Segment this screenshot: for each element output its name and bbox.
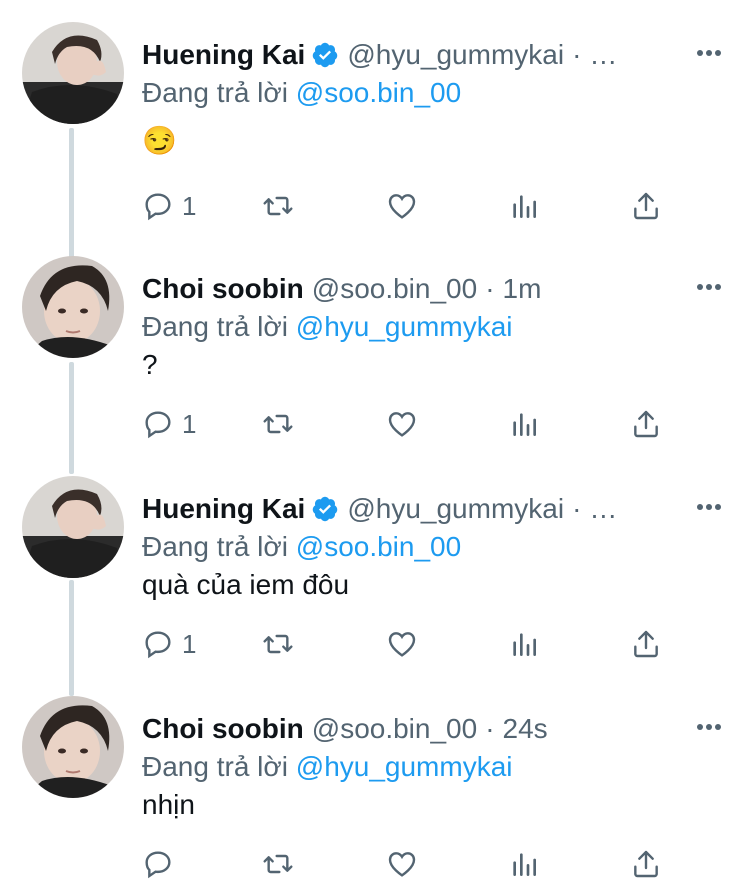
heart-icon bbox=[388, 194, 416, 219]
retweet-icon bbox=[263, 634, 293, 654]
analytics-bars-icon bbox=[513, 633, 536, 656]
retweet-icon bbox=[263, 854, 293, 874]
more-horizontal-icon[interactable] bbox=[696, 49, 722, 57]
replying-to-mention[interactable]: @hyu_gummykai bbox=[296, 751, 513, 782]
reply-button[interactable]: 1 bbox=[142, 406, 196, 442]
timestamp[interactable]: … bbox=[589, 492, 617, 526]
replying-to-mention[interactable]: @soo.bin_00 bbox=[296, 77, 461, 108]
tweet[interactable]: Huening Kai @hyu_gummykai · … Đang trả l… bbox=[0, 22, 750, 242]
more-horizontal-icon[interactable] bbox=[696, 723, 722, 731]
replying-to: Đang trả lời @soo.bin_00 bbox=[142, 530, 461, 564]
share-icon bbox=[634, 410, 658, 438]
more-horizontal-icon[interactable] bbox=[696, 503, 722, 511]
analytics-bars-icon bbox=[513, 853, 536, 876]
replying-to-label: Đang trả lời bbox=[142, 77, 288, 108]
replying-to: Đang trả lời @hyu_gummykai bbox=[142, 310, 513, 344]
timestamp[interactable]: 24s bbox=[503, 712, 548, 746]
tweet[interactable]: Choi soobin @soo.bin_00 · 24s Đang trả l… bbox=[0, 696, 750, 892]
tweet-thread: Huening Kai @hyu_gummykai · … Đang trả l… bbox=[0, 0, 750, 892]
retweet-icon bbox=[263, 414, 293, 434]
tweet-actions: 1 bbox=[142, 188, 662, 224]
replying-to-label: Đang trả lời bbox=[142, 751, 288, 782]
analytics-button[interactable] bbox=[508, 626, 540, 662]
avatar[interactable] bbox=[22, 22, 124, 124]
display-name[interactable]: Huening Kai bbox=[142, 38, 305, 72]
reply-bubble-icon bbox=[145, 193, 171, 221]
replying-to-mention[interactable]: @soo.bin_00 bbox=[296, 531, 461, 562]
reply-bubble-icon bbox=[145, 851, 171, 879]
retweet-icon bbox=[263, 196, 293, 216]
display-name[interactable]: Huening Kai bbox=[142, 492, 305, 526]
retweet-button[interactable] bbox=[262, 406, 294, 442]
reply-count: 1 bbox=[182, 408, 197, 439]
replying-to-mention[interactable]: @hyu_gummykai bbox=[296, 311, 513, 342]
display-name[interactable]: Choi soobin bbox=[142, 272, 304, 306]
like-button[interactable] bbox=[386, 406, 418, 442]
share-button[interactable] bbox=[630, 846, 662, 882]
share-button[interactable] bbox=[630, 406, 662, 442]
replying-to: Đang trả lời @hyu_gummykai bbox=[142, 750, 513, 784]
like-button[interactable] bbox=[386, 846, 418, 882]
reply-bubble-icon bbox=[145, 411, 171, 439]
more-horizontal-icon[interactable] bbox=[696, 283, 722, 291]
analytics-bars-icon bbox=[513, 195, 536, 218]
tweet-header: Huening Kai @hyu_gummykai · … bbox=[142, 492, 680, 526]
separator-dot: · bbox=[572, 39, 582, 70]
share-button[interactable] bbox=[630, 188, 662, 224]
reply-button[interactable]: 1 bbox=[142, 626, 196, 662]
retweet-button[interactable] bbox=[262, 188, 294, 224]
analytics-button[interactable] bbox=[508, 406, 540, 442]
retweet-button[interactable] bbox=[262, 626, 294, 662]
tweet-actions bbox=[142, 846, 662, 882]
share-icon bbox=[634, 850, 658, 878]
reply-bubble-icon bbox=[145, 631, 171, 659]
heart-icon bbox=[388, 852, 416, 877]
tweet-header: Huening Kai @hyu_gummykai · … bbox=[142, 38, 680, 72]
replying-to-label: Đang trả lời bbox=[142, 531, 288, 562]
reply-button[interactable]: 1 bbox=[142, 188, 196, 224]
reply-button[interactable] bbox=[142, 846, 182, 882]
reply-count: 1 bbox=[182, 628, 197, 659]
retweet-button[interactable] bbox=[262, 846, 294, 882]
display-name[interactable]: Choi soobin bbox=[142, 712, 304, 746]
like-button[interactable] bbox=[386, 626, 418, 662]
heart-icon bbox=[388, 412, 416, 437]
tweet-text: quà của iem đôu bbox=[142, 569, 350, 600]
tweet-actions: 1 bbox=[142, 626, 662, 662]
verified-badge-icon bbox=[311, 495, 339, 523]
analytics-bars-icon bbox=[513, 413, 536, 436]
heart-icon bbox=[388, 632, 416, 657]
share-icon bbox=[634, 192, 658, 220]
avatar[interactable] bbox=[22, 476, 124, 578]
tweet-header: Choi soobin @soo.bin_00 · 1m bbox=[142, 272, 680, 306]
analytics-button[interactable] bbox=[508, 846, 540, 882]
verified-badge-icon bbox=[311, 41, 339, 69]
tweet-actions: 1 bbox=[142, 406, 662, 442]
avatar[interactable] bbox=[22, 696, 124, 798]
like-button[interactable] bbox=[386, 188, 418, 224]
separator-dot: · bbox=[485, 713, 495, 744]
replying-to: Đang trả lời @soo.bin_00 bbox=[142, 76, 461, 110]
tweet[interactable]: Choi soobin @soo.bin_00 · 1m Đang trả lờ… bbox=[0, 256, 750, 456]
tweet-text: ? bbox=[142, 349, 158, 380]
analytics-button[interactable] bbox=[508, 188, 540, 224]
user-handle[interactable]: @soo.bin_00 bbox=[312, 712, 477, 746]
tweet-header: Choi soobin @soo.bin_00 · 24s bbox=[142, 712, 680, 746]
replying-to-label: Đang trả lời bbox=[142, 311, 288, 342]
tweet[interactable]: Huening Kai @hyu_gummykai · … Đang trả l… bbox=[0, 476, 750, 676]
share-button[interactable] bbox=[630, 626, 662, 662]
user-handle[interactable]: @hyu_gummykai bbox=[347, 38, 564, 72]
avatar[interactable] bbox=[22, 256, 124, 358]
timestamp[interactable]: 1m bbox=[503, 272, 542, 306]
separator-dot: · bbox=[485, 273, 495, 304]
reply-count: 1 bbox=[182, 190, 197, 221]
user-handle[interactable]: @hyu_gummykai bbox=[347, 492, 564, 526]
tweet-text: 😏 bbox=[142, 125, 177, 156]
share-icon bbox=[634, 630, 658, 658]
separator-dot: · bbox=[572, 493, 582, 524]
user-handle[interactable]: @soo.bin_00 bbox=[312, 272, 477, 306]
tweet-text: nhịn bbox=[142, 789, 195, 820]
timestamp[interactable]: … bbox=[589, 38, 617, 72]
